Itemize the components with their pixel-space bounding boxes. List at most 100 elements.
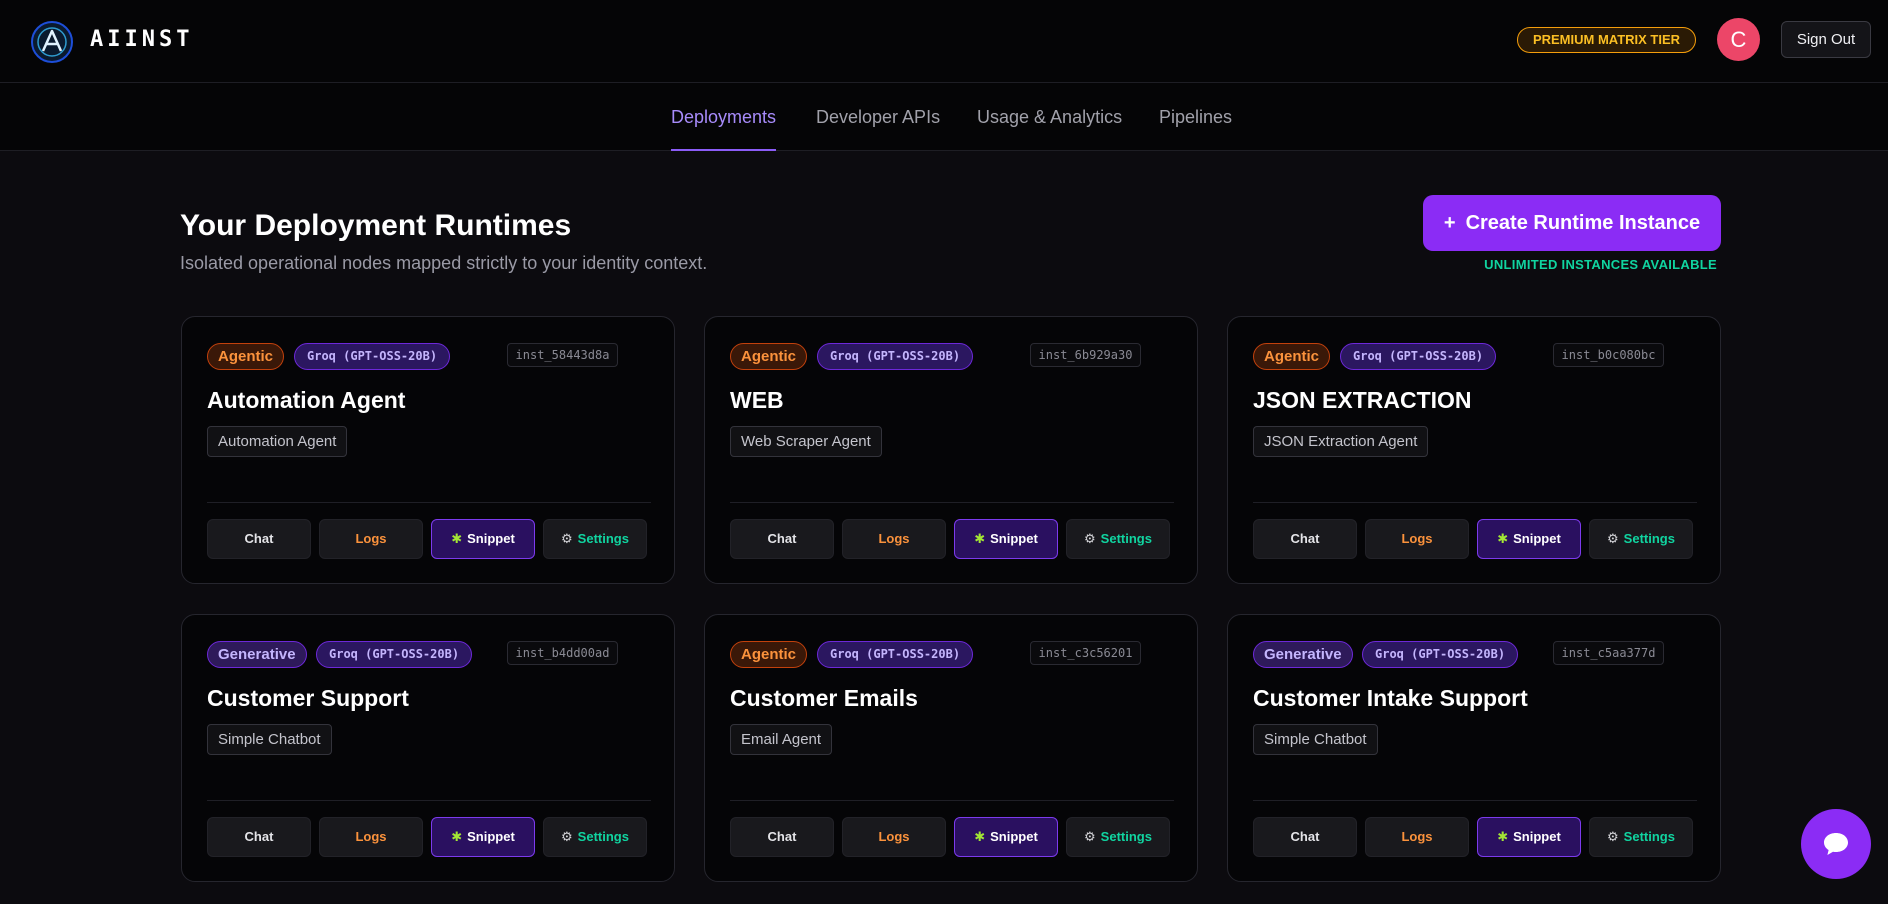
snippet-label: Snippet (1513, 829, 1561, 844)
logs-button[interactable]: Logs (1365, 519, 1469, 559)
card-divider (730, 800, 1174, 801)
runtime-card: Agentic Groq (GPT-OSS-20B) inst_58443d8a… (181, 316, 675, 584)
snippet-button[interactable]: ✱ Snippet (954, 519, 1058, 559)
settings-label: Settings (1100, 829, 1152, 844)
model-badge: Groq (GPT-OSS-20B) (316, 641, 473, 668)
settings-button[interactable]: ⚙ Settings (1066, 817, 1170, 857)
gear-icon: ⚙ (561, 829, 573, 844)
model-badge: Groq (GPT-OSS-20B) (1362, 641, 1519, 668)
tab-developer-apis[interactable]: Developer APIs (816, 83, 940, 151)
chat-button[interactable]: Chat (207, 817, 311, 857)
snippet-button[interactable]: ✱ Snippet (431, 519, 535, 559)
instance-id: inst_58443d8a (507, 343, 618, 367)
logs-button[interactable]: Logs (319, 817, 423, 857)
gear-icon: ⚙ (1607, 531, 1619, 546)
runtime-card: Agentic Groq (GPT-OSS-20B) inst_c3c56201… (704, 614, 1198, 882)
model-badge: Groq (GPT-OSS-20B) (1340, 343, 1497, 370)
model-badge: Groq (GPT-OSS-20B) (817, 343, 974, 370)
top-bar: AIINST PREMIUM MATRIX TIER C Sign Out (0, 0, 1888, 83)
snippet-button[interactable]: ✱ Snippet (1477, 519, 1581, 559)
runtime-card: Agentic Groq (GPT-OSS-20B) inst_b0c080bc… (1227, 316, 1721, 584)
card-divider (1253, 502, 1697, 503)
puzzle-icon: ✱ (451, 531, 463, 546)
instance-id: inst_6b929a30 (1030, 343, 1141, 367)
card-title: WEB (730, 387, 784, 413)
brand-name: AIINST (90, 27, 194, 52)
card-title: JSON EXTRACTION (1253, 387, 1472, 413)
logs-button[interactable]: Logs (842, 519, 946, 559)
page-subtitle: Isolated operational nodes mapped strict… (180, 253, 708, 273)
card-title: Automation Agent (207, 387, 406, 413)
logs-button[interactable]: Logs (1365, 817, 1469, 857)
puzzle-icon: ✱ (451, 829, 463, 844)
agent-type-tag: Email Agent (730, 724, 833, 755)
type-badge: Agentic (730, 343, 808, 370)
puzzle-icon: ✱ (974, 531, 986, 546)
instance-id: inst_b4dd00ad (507, 641, 618, 665)
settings-button[interactable]: ⚙ Settings (1589, 519, 1693, 559)
card-divider (1253, 800, 1697, 801)
card-divider (207, 502, 651, 503)
snippet-label: Snippet (467, 531, 515, 546)
card-divider (207, 800, 651, 801)
nav-tabs: Deployments Developer APIs Usage & Analy… (0, 83, 1888, 151)
tab-usage-analytics[interactable]: Usage & Analytics (977, 83, 1122, 151)
runtime-card: Generative Groq (GPT-OSS-20B) inst_b4dd0… (181, 614, 675, 882)
agent-type-tag: JSON Extraction Agent (1253, 426, 1429, 457)
settings-button[interactable]: ⚙ Settings (543, 519, 647, 559)
card-title: Customer Intake Support (1253, 685, 1528, 711)
plus-icon: + (1443, 212, 1456, 234)
runtime-card: Agentic Groq (GPT-OSS-20B) inst_6b929a30… (704, 316, 1198, 584)
gear-icon: ⚙ (1084, 531, 1096, 546)
type-badge: Generative (1253, 641, 1353, 668)
settings-button[interactable]: ⚙ Settings (1066, 519, 1170, 559)
settings-label: Settings (577, 829, 629, 844)
puzzle-icon: ✱ (1497, 829, 1509, 844)
avatar[interactable]: C (1717, 18, 1760, 61)
settings-label: Settings (1100, 531, 1152, 546)
card-title: Customer Support (207, 685, 409, 711)
snippet-button[interactable]: ✱ Snippet (1477, 817, 1581, 857)
type-badge: Agentic (207, 343, 285, 370)
instance-id: inst_b0c080bc (1553, 343, 1664, 367)
tab-deployments[interactable]: Deployments (671, 83, 777, 151)
snippet-label: Snippet (467, 829, 515, 844)
card-divider (730, 502, 1174, 503)
instance-id: inst_c5aa377d (1553, 641, 1664, 665)
settings-button[interactable]: ⚙ Settings (1589, 817, 1693, 857)
gear-icon: ⚙ (1084, 829, 1096, 844)
snippet-button[interactable]: ✱ Snippet (431, 817, 535, 857)
settings-label: Settings (1623, 829, 1675, 844)
chat-button[interactable]: Chat (730, 519, 834, 559)
chat-button[interactable]: Chat (1253, 519, 1357, 559)
puzzle-icon: ✱ (1497, 531, 1509, 546)
type-badge: Agentic (730, 641, 808, 668)
logs-button[interactable]: Logs (842, 817, 946, 857)
chat-button[interactable]: Chat (1253, 817, 1357, 857)
sign-out-button[interactable]: Sign Out (1781, 21, 1871, 58)
logs-button[interactable]: Logs (319, 519, 423, 559)
chat-widget-button[interactable] (1801, 809, 1871, 879)
runtime-card: Generative Groq (GPT-OSS-20B) inst_c5aa3… (1227, 614, 1721, 882)
model-badge: Groq (GPT-OSS-20B) (817, 641, 974, 668)
tier-badge: PREMIUM MATRIX TIER (1517, 27, 1696, 53)
puzzle-icon: ✱ (974, 829, 986, 844)
create-runtime-button[interactable]: + Create Runtime Instance (1423, 195, 1721, 251)
tab-pipelines[interactable]: Pipelines (1159, 83, 1232, 151)
create-runtime-label: Create Runtime Instance (1465, 212, 1701, 234)
snippet-button[interactable]: ✱ Snippet (954, 817, 1058, 857)
type-badge: Generative (207, 641, 307, 668)
type-badge: Agentic (1253, 343, 1331, 370)
settings-button[interactable]: ⚙ Settings (543, 817, 647, 857)
instances-note: UNLIMITED INSTANCES AVAILABLE (1484, 257, 1717, 272)
gear-icon: ⚙ (561, 531, 573, 546)
chat-button[interactable]: Chat (730, 817, 834, 857)
snippet-label: Snippet (990, 531, 1038, 546)
agent-type-tag: Web Scraper Agent (730, 426, 882, 457)
agent-type-tag: Simple Chatbot (1253, 724, 1378, 755)
settings-label: Settings (577, 531, 629, 546)
instance-id: inst_c3c56201 (1030, 641, 1141, 665)
model-badge: Groq (GPT-OSS-20B) (294, 343, 451, 370)
card-title: Customer Emails (730, 685, 918, 711)
chat-button[interactable]: Chat (207, 519, 311, 559)
